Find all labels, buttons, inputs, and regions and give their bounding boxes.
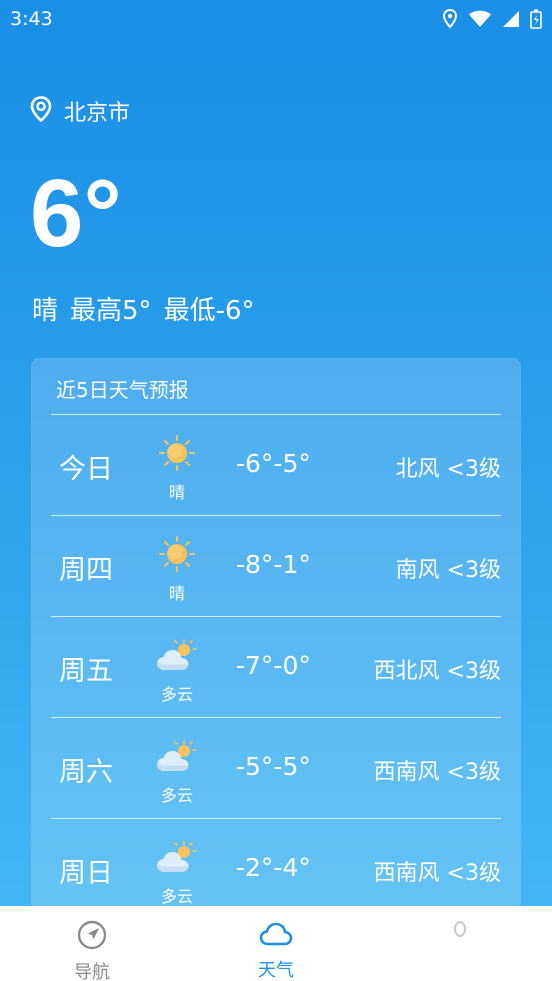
current-low: 最低-6°: [163, 296, 255, 326]
partly-cloudy-icon: [155, 738, 199, 774]
forecast-wind: 北风 <3级: [395, 457, 501, 482]
forecast-title: 近5日天气预报: [56, 378, 189, 402]
forecast-row[interactable]: 周日 多云 -2°-4° 西南风 <3级: [51, 818, 501, 918]
forecast-row[interactable]: 周六 多云 -5°-5° 西南风 <3级: [51, 717, 501, 818]
cloud-icon: [259, 920, 293, 952]
forecast-day: 周日: [59, 858, 113, 889]
forecast-row[interactable]: 周四 晴 -8°-1° 南风 <3级: [51, 515, 501, 616]
forecast-wind: 西南风 <3级: [373, 760, 501, 785]
signal-icon: [502, 10, 520, 28]
forecast-wind: 西南风 <3级: [373, 861, 501, 886]
nav-label: 天气: [258, 960, 294, 981]
forecast-card: 近5日天气预报 今日 晴 -6°-5° 北风 <3级 周四 晴 -8°-1° 南…: [31, 358, 521, 918]
status-time: 3:43: [10, 8, 53, 30]
forecast-list: 今日 晴 -6°-5° 北风 <3级 周四 晴 -8°-1° 南风 <3级 周五…: [51, 414, 501, 918]
forecast-condition: 多云: [160, 786, 193, 805]
current-high: 最高5°: [70, 296, 152, 326]
current-summary: 晴 最高5° 最低-6°: [32, 290, 255, 327]
forecast-day: 周四: [59, 555, 113, 586]
nav-label: 导航: [74, 962, 110, 981]
forecast-day: 今日: [59, 454, 113, 485]
forecast-day: 周六: [59, 757, 113, 788]
city-name: 北京市: [64, 101, 131, 126]
sun-icon: [155, 536, 199, 572]
bottom-nav: 导航 天气: [0, 906, 552, 981]
current-condition: 晴: [32, 296, 59, 326]
forecast-row[interactable]: 周五 多云 -7°-0° 西北风 <3级: [51, 616, 501, 717]
forecast-condition: 多云: [160, 685, 193, 704]
forecast-condition: 晴: [168, 483, 185, 502]
forecast-condition: 晴: [168, 584, 185, 603]
profile-icon: [452, 920, 468, 944]
forecast-temp-range: -2°-4°: [236, 853, 311, 882]
nav-item-weather[interactable]: 天气: [184, 906, 368, 981]
current-temperature: 6°: [30, 160, 122, 267]
forecast-temp-range: -8°-1°: [236, 550, 311, 579]
partly-cloudy-icon: [155, 839, 199, 875]
location-row[interactable]: 北京市: [30, 95, 130, 127]
navigation-icon: [77, 920, 107, 954]
forecast-temp-range: -6°-5°: [236, 449, 311, 478]
forecast-row[interactable]: 今日 晴 -6°-5° 北风 <3级: [51, 414, 501, 515]
partly-cloudy-icon: [155, 637, 199, 673]
forecast-condition: 多云: [160, 887, 193, 906]
location-icon: [442, 9, 458, 29]
nav-item-profile[interactable]: [368, 906, 552, 981]
nav-item-navigation[interactable]: 导航: [0, 906, 184, 981]
forecast-temp-range: -7°-0°: [236, 651, 311, 680]
forecast-wind: 西北风 <3级: [373, 659, 501, 684]
battery-icon: [530, 9, 542, 29]
forecast-wind: 南风 <3级: [395, 558, 501, 583]
wifi-icon: [468, 10, 492, 28]
status-bar: 3:43: [0, 0, 552, 38]
forecast-temp-range: -5°-5°: [236, 752, 311, 781]
forecast-day: 周五: [59, 656, 113, 687]
sun-icon: [155, 435, 199, 471]
location-pin-icon: [30, 96, 52, 126]
status-icons: [442, 9, 542, 29]
